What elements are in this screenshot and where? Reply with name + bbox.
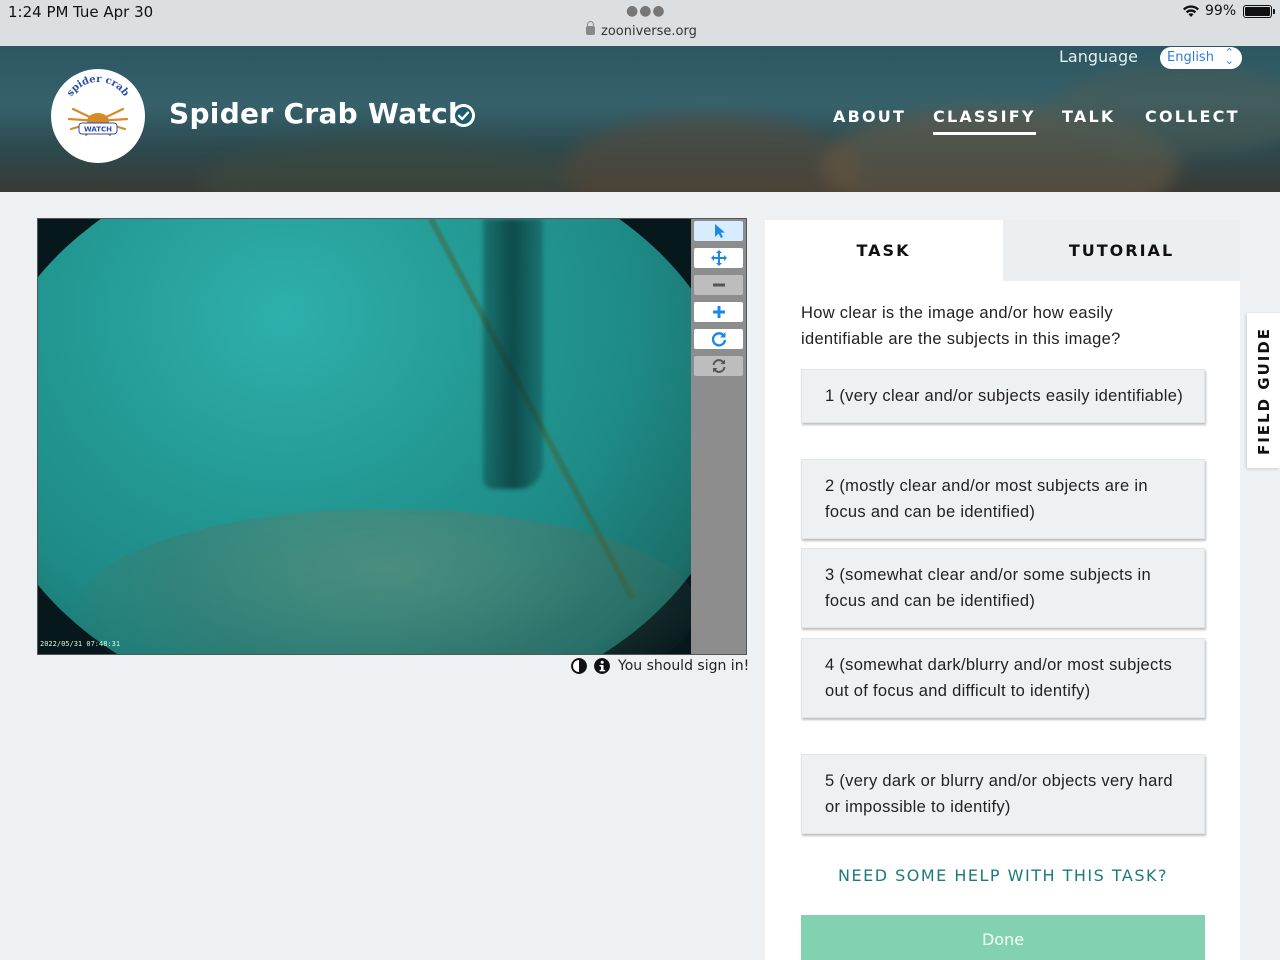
minus-icon bbox=[712, 283, 725, 287]
spider-crab-logo-icon: spider crab WATCH bbox=[65, 74, 131, 137]
subject-timestamp: 2022/05/31 07:48:31 bbox=[40, 640, 121, 648]
language-label: Language bbox=[1059, 47, 1138, 66]
logo-text-top: spider crab bbox=[65, 74, 131, 99]
wifi-icon bbox=[1183, 5, 1199, 17]
answer-option-4[interactable]: 4 (somewhat dark/blurry and/or most subj… bbox=[801, 638, 1205, 718]
done-button[interactable]: Done bbox=[801, 915, 1205, 960]
sign-in-message: You should sign in! bbox=[618, 658, 750, 674]
invert-colors-icon[interactable] bbox=[571, 658, 587, 674]
nav-classify[interactable]: CLASSIFY bbox=[933, 107, 1036, 135]
subject-viewer: 2022/05/31 07:48:31 bbox=[37, 218, 747, 655]
rotate-button[interactable] bbox=[694, 329, 743, 349]
field-guide-tab[interactable]: FIELD GUIDE bbox=[1247, 313, 1280, 468]
more-dots-icon[interactable]: ●●● bbox=[626, 3, 666, 19]
project-header: Language English ⌃ ⌄ spider crab WATCH Sp… bbox=[0, 46, 1280, 192]
lock-icon bbox=[586, 21, 595, 35]
info-icon[interactable] bbox=[594, 658, 610, 674]
refresh-icon bbox=[712, 359, 725, 373]
plus-icon bbox=[712, 306, 725, 318]
move-tool-button[interactable] bbox=[694, 248, 743, 268]
field-guide-label: FIELD GUIDE bbox=[1254, 326, 1273, 455]
battery-icon bbox=[1243, 5, 1275, 18]
nav-talk[interactable]: TALK bbox=[1062, 107, 1115, 126]
project-logo[interactable]: spider crab WATCH bbox=[51, 69, 145, 163]
tab-task[interactable]: TASK bbox=[765, 220, 1002, 281]
verified-badge-icon bbox=[452, 104, 475, 127]
project-title[interactable]: Spider Crab Watch bbox=[169, 97, 468, 130]
battery-percentage: 99% bbox=[1205, 3, 1237, 19]
answer-option-5[interactable]: 5 (very dark or blurry and/or objects ve… bbox=[801, 754, 1205, 834]
annotate-tool-button[interactable] bbox=[694, 221, 743, 241]
status-time: 1:24 PM bbox=[8, 3, 69, 21]
task-help-link[interactable]: NEED SOME HELP WITH THIS TASK? bbox=[801, 866, 1205, 885]
task-question: How clear is the image and/or how easily… bbox=[801, 304, 1121, 348]
viewer-toolbar bbox=[691, 219, 746, 654]
reset-view-button[interactable] bbox=[694, 356, 743, 376]
move-icon bbox=[710, 250, 727, 266]
answer-option-2[interactable]: 2 (mostly clear and/or most subjects are… bbox=[801, 459, 1205, 539]
tab-tutorial[interactable]: TUTORIAL bbox=[1003, 220, 1240, 281]
task-panel: TASK TUTORIAL How clear is the image and… bbox=[765, 220, 1240, 960]
select-caret-icon: ⌃ ⌄ bbox=[1224, 46, 1234, 67]
nav-collect[interactable]: COLLECT bbox=[1145, 107, 1240, 126]
zoom-in-button[interactable] bbox=[694, 302, 743, 322]
status-date: Tue Apr 30 bbox=[73, 3, 154, 21]
nav-about[interactable]: ABOUT bbox=[833, 107, 906, 126]
rotate-icon bbox=[711, 332, 726, 347]
subject-image[interactable]: 2022/05/31 07:48:31 bbox=[38, 219, 691, 654]
pointer-icon bbox=[714, 224, 725, 238]
logo-text-bottom: WATCH bbox=[84, 126, 112, 134]
answer-option-3[interactable]: 3 (somewhat clear and/or some subjects i… bbox=[801, 548, 1205, 628]
zoom-out-button[interactable] bbox=[694, 275, 743, 295]
svg-text:spider crab: spider crab bbox=[65, 74, 131, 99]
address-bar[interactable]: zooniverse.org bbox=[586, 21, 697, 39]
address-url: zooniverse.org bbox=[601, 24, 697, 39]
language-value: English bbox=[1167, 50, 1214, 65]
ios-status-bar: 1:24 PM Tue Apr 30 ●●● zooniverse.org 99… bbox=[0, 0, 1280, 46]
language-select[interactable]: English ⌃ ⌄ bbox=[1160, 47, 1242, 69]
answer-option-1[interactable]: 1 (very clear and/or subjects easily ide… bbox=[801, 369, 1205, 423]
